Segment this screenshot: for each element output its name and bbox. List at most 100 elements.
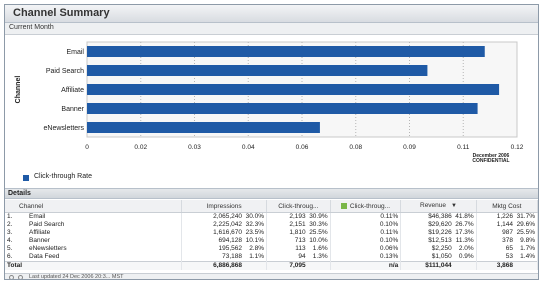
cell-cost-pct: 31.7% [516,213,535,220]
cell-impressions-value: 1,616,670 [213,229,243,236]
cell-impressions-value: 694,128 [218,237,243,244]
info-icon[interactable] [18,275,23,279]
cell-channel: 3. Affiliate [5,229,183,237]
cell-clicks-pct: 1.6% [312,245,328,252]
total-cost: 3,868 [476,261,538,270]
row-channel: Paid Search [29,221,65,228]
cell-revenue-pct: 26.7% [455,221,474,228]
col-impressions[interactable]: Impressions [181,200,268,213]
cell-channel: 1. Email [5,212,183,221]
bar-banner[interactable] [87,103,478,114]
cell-clicks: 113 1.6% [266,245,331,253]
cell-clicks-pct: 30.9% [309,213,328,220]
x-tick-label: 0.11 [457,144,470,151]
cell-revenue-value: $19,226 [428,229,452,236]
total-row: Total 6,886,868 7,095 n/a $111,044 3,868 [5,261,538,270]
cell-channel: 6. Data Feed [5,253,183,262]
cell-impressions-value: 73,188 [222,253,243,260]
cell-impressions-pct: 23.5% [245,229,265,236]
x-tick-label: 0.09 [403,144,416,151]
x-tick-label: 0.12 [511,144,524,151]
cell-revenue-pct: 17.3% [455,229,474,236]
table-header-row: Channel Impressions Click-throug... Clic… [5,200,538,213]
bar-affiliate[interactable] [87,84,500,95]
cell-impressions-value: 195,562 [218,245,243,252]
cell-ctr: 0.11% [330,229,402,237]
row-index: 2. [7,221,13,228]
cell-revenue: $1,050 0.9% [400,253,477,262]
col-revenue-label: Revenue [420,202,447,209]
table-row[interactable]: 1. Email 2,065,240 30.0% 2,193 30.9% 0.11% $46,… [5,212,538,221]
bar-enewsletters[interactable] [87,122,320,133]
cell-revenue-value: $29,620 [428,221,452,228]
row-index: 3. [7,229,13,236]
total-impressions: 6,886,868 [181,261,268,270]
refresh-icon[interactable] [9,275,14,279]
cell-cost: 987 25.5% [476,229,538,237]
cell-impressions: 195,562 2.8% [181,245,268,253]
cell-channel: 5. eNewsletters [5,245,183,253]
table-body: 1. Email 2,065,240 30.0% 2,193 30.9% 0.11% $46,… [5,212,538,270]
col-ctr[interactable]: Click-throug... [330,200,402,213]
col-revenue[interactable]: Revenue ▼ [400,200,477,213]
y-category-label: eNewsletters [44,125,85,132]
status-footer: Last updated 24 Dec 2006 20:3... MST [5,273,538,280]
table-row[interactable]: 3. Affiliate 1,616,670 23.5% 1,810 25.5% 0.11%… [5,229,538,237]
x-tick-label: 0.03 [188,144,201,151]
row-index: 1. [7,213,13,220]
cell-impressions: 2,225,042 32.3% [181,221,268,229]
sort-desc-icon[interactable]: ▼ [451,201,457,212]
cell-cost-pct: 1.7% [520,245,535,252]
legend-label: Click-through Rate [34,173,92,180]
cell-cost: 65 1.7% [476,245,538,253]
cell-cost-pct: 29.6% [516,221,535,228]
bar-paid-search[interactable] [87,65,428,76]
table-row[interactable]: 6. Data Feed 73,188 1.1% 94 1.3% 0.13% $1,050 0.… [5,253,538,262]
details-header: Details [5,188,538,199]
row-index: 4. [7,237,13,244]
col-clicks[interactable]: Click-throug... [266,200,331,213]
cell-impressions-pct: 2.8% [249,245,265,252]
col-ctr-label: Click-throug... [349,202,391,210]
total-revenue: $111,044 [400,261,477,270]
y-category-label: Paid Search [46,68,84,75]
cell-revenue-pct: 41.8% [455,213,474,220]
cell-revenue-pct: 11.3% [455,237,474,244]
last-updated-text: Last updated 24 Dec 2006 20:3... MST [29,274,124,280]
legend-swatch [23,175,29,181]
cell-channel: 2. Paid Search [5,221,183,229]
cell-clicks-pct: 1.3% [312,253,328,260]
cell-cost-value: 53 [505,253,513,260]
cell-revenue: $19,226 17.3% [400,229,477,237]
cell-ctr: 0.10% [330,237,402,245]
cell-ctr: 0.13% [330,253,402,262]
cell-revenue: $29,620 26.7% [400,221,477,229]
bar-email[interactable] [87,46,485,57]
chart-confidential-note: CONFIDENTIAL [472,158,509,162]
row-channel: Banner [29,237,50,244]
table-row[interactable]: 2. Paid Search 2,225,042 32.3% 2,151 30.3% 0.1… [5,221,538,229]
table-row[interactable]: 4. Banner 694,128 10.1% 713 10.0% 0.10% $12,513… [5,237,538,245]
cell-clicks-value: 713 [294,237,306,244]
cell-impressions-pct: 32.3% [245,221,265,228]
col-cost[interactable]: Mktg Cost [476,200,538,213]
details-table: Channel Impressions Click-throug... Clic… [5,200,538,270]
cell-clicks: 1,810 25.5% [266,229,331,237]
cell-impressions: 73,188 1.1% [181,253,268,262]
cell-clicks-pct: 10.0% [309,237,328,244]
col-channel[interactable]: Channel [5,200,183,213]
cell-cost-pct: 9.8% [520,237,535,244]
cell-cost: 53 1.4% [476,253,538,262]
cell-cost: 378 9.8% [476,237,538,245]
row-index: 6. [7,253,13,260]
table-row[interactable]: 5. eNewsletters 195,562 2.8% 113 1.6% 0.06% $2,… [5,245,538,253]
cell-revenue-pct: 2.0% [458,245,474,252]
total-ctr: n/a [330,261,402,270]
cell-clicks: 713 10.0% [266,237,331,245]
x-tick-label: 0.02 [134,144,147,151]
cell-revenue: $12,513 11.3% [400,237,477,245]
cell-clicks-value: 94 [298,253,306,260]
cell-ctr: 0.06% [330,245,402,253]
cell-cost: 1,226 31.7% [476,212,538,221]
chart-svg: 0 0.02 0.03 0.04 0.06 0.08 0.09 0.11 0.12 Email Pa… [15,41,524,162]
